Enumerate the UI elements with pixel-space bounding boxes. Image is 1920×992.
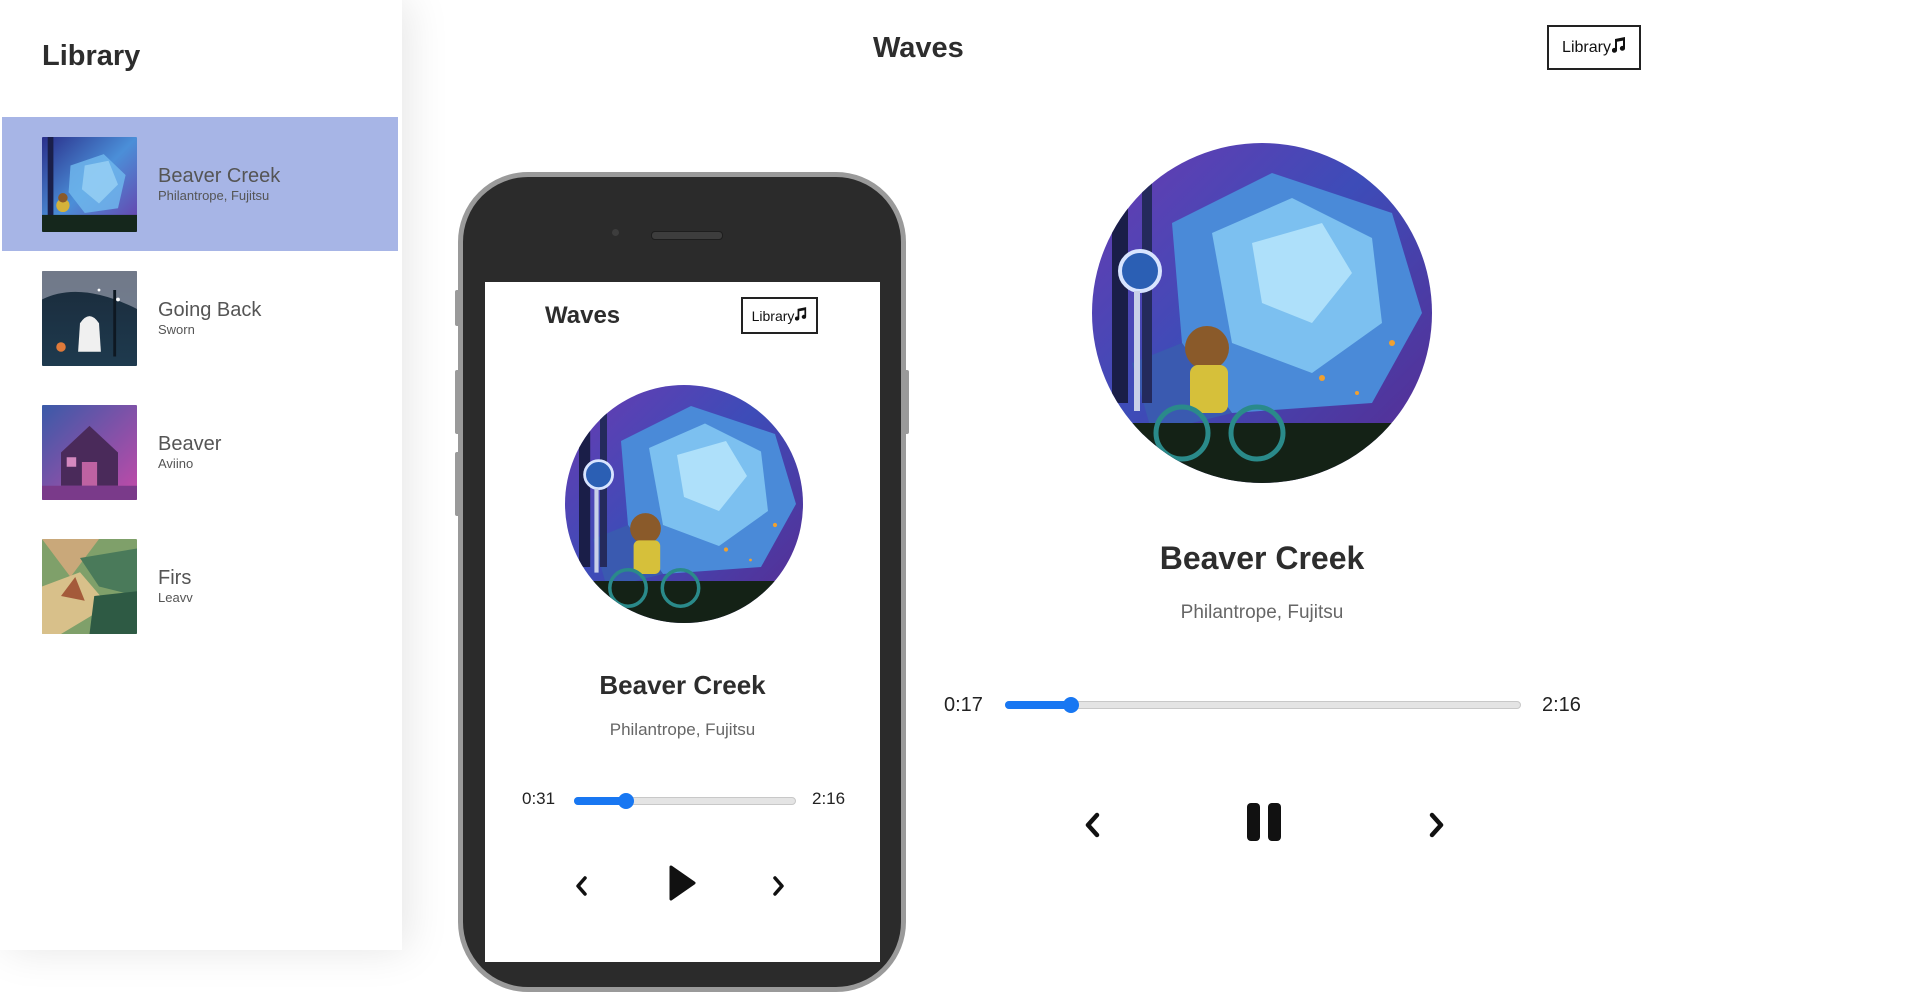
phone-current-time: 0:31: [522, 789, 556, 808]
song-title: Beaver Creek: [1159, 540, 1365, 576]
total-time: 2:16: [1542, 694, 1581, 716]
chevron-right-icon: [1429, 812, 1444, 838]
phone-progress-slider[interactable]: [574, 793, 796, 809]
chevron-left-icon: [1085, 812, 1100, 838]
library-item-title: Beaver: [158, 433, 222, 455]
library-item-firs[interactable]: Firs Leavv: [2, 519, 398, 653]
progress-fill: [1005, 701, 1070, 709]
library-item-artist: Sworn: [158, 322, 195, 337]
album-cover: [42, 538, 137, 634]
library-sidebar: Library Beaver Creek Philantrope, Fujits…: [0, 0, 402, 950]
phone-library-button[interactable]: Library: [741, 297, 818, 334]
music-note-icon: [795, 307, 807, 324]
album-cover: [42, 270, 137, 366]
library-item-going-back[interactable]: Going Back Sworn: [2, 251, 398, 385]
library-toggle-button[interactable]: Library: [1547, 25, 1641, 70]
library-item-beaver-creek[interactable]: Beaver Creek Philantrope, Fujitsu: [2, 117, 398, 251]
library-item-title: Beaver Creek: [158, 165, 281, 187]
current-time: 0:17: [944, 694, 983, 716]
progress-knob[interactable]: [1062, 697, 1079, 713]
phone-app-title: Waves: [545, 302, 621, 329]
progress-slider[interactable]: [1005, 697, 1521, 713]
song-artist: Philantrope, Fujitsu: [1180, 602, 1344, 623]
pause-button[interactable]: [1244, 800, 1284, 844]
library-item-artist: Leavv: [158, 590, 193, 605]
music-note-icon: [1611, 37, 1626, 58]
phone-total-time: 2:16: [812, 789, 846, 808]
phone-song-title: Beaver Creek: [599, 670, 766, 700]
chevron-right-icon: [773, 876, 784, 896]
play-icon: [669, 865, 696, 901]
library-button-label: Library: [751, 307, 795, 324]
library-item-artist: Philantrope, Fujitsu: [158, 188, 270, 203]
phone-previous-button[interactable]: [573, 874, 589, 898]
library-item-artist: Aviino: [158, 456, 194, 471]
previous-button[interactable]: [1081, 810, 1103, 840]
phone-next-button[interactable]: [771, 874, 787, 898]
album-cover: [42, 136, 137, 232]
library-heading: Library: [42, 40, 141, 72]
phone-camera: [612, 229, 619, 236]
phone-speaker: [651, 231, 723, 240]
album-art: [1092, 143, 1432, 483]
app-title: Waves: [873, 32, 964, 64]
next-button[interactable]: [1426, 810, 1448, 840]
library-item-beaver[interactable]: Beaver Aviino: [2, 385, 398, 519]
library-item-title: Going Back: [158, 299, 262, 321]
phone-play-button[interactable]: [665, 862, 699, 904]
chevron-left-icon: [576, 876, 587, 896]
phone-screen: Waves Library Beaver Creek Philantrope, …: [485, 282, 880, 962]
album-cover: [42, 404, 137, 500]
progress-knob[interactable]: [618, 793, 635, 809]
library-item-title: Firs: [158, 567, 192, 589]
phone-album-art: [565, 385, 803, 623]
pause-icon: [1247, 803, 1281, 841]
phone-song-artist: Philantrope, Fujitsu: [609, 720, 756, 739]
library-button-label: Library: [1562, 38, 1611, 56]
